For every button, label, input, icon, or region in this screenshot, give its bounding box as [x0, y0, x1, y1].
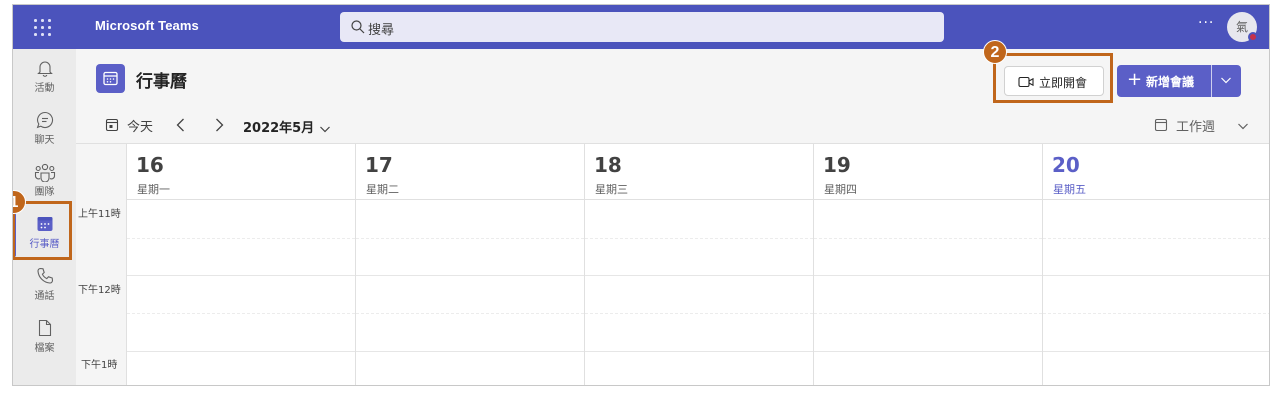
- day-header: 19 星期四: [814, 144, 1042, 200]
- app-launcher-icon[interactable]: [32, 17, 52, 37]
- search-icon: [351, 20, 365, 34]
- half-hour-line: [127, 238, 355, 239]
- calendar-grid: 上午11時 下午12時 下午1時 16 星期一 17 星期二 18 星期三 19…: [76, 143, 1269, 385]
- time-label: 下午12時: [78, 285, 121, 296]
- split-divider: [1211, 65, 1212, 97]
- half-hour-line: [585, 238, 813, 239]
- rail-label: 聊天: [34, 135, 55, 146]
- day-header: 20 星期五: [1043, 144, 1269, 200]
- chevron-left-icon[interactable]: [173, 116, 189, 134]
- teams-window: Microsoft Teams 搜尋 ··· 氣 活動 聊天 團隊 行事曆 通話…: [12, 4, 1270, 386]
- day-header: 17 星期二: [356, 144, 584, 200]
- search-input[interactable]: 搜尋: [368, 19, 394, 38]
- chevron-right-icon[interactable]: [211, 116, 227, 134]
- day-header: 16 星期一: [127, 144, 355, 200]
- day-number: 17: [365, 153, 393, 177]
- search-box[interactable]: 搜尋: [340, 12, 944, 42]
- rail-item-calls[interactable]: 通話: [13, 261, 76, 313]
- hour-line: [1043, 275, 1269, 276]
- day-number: 20: [1052, 153, 1080, 177]
- callout-number: 2: [983, 40, 1007, 64]
- callout-box-meet-now: [993, 53, 1113, 103]
- chevron-down-icon[interactable]: [1218, 72, 1234, 88]
- hour-line: [356, 351, 584, 352]
- phone-icon: [36, 267, 53, 284]
- month-label: 2022年5月: [243, 121, 315, 136]
- hour-line: [356, 275, 584, 276]
- day-column-monday[interactable]: 16 星期一: [126, 144, 355, 385]
- half-hour-line: [1043, 238, 1269, 239]
- page-title: 行事曆: [136, 72, 187, 92]
- hour-line: [127, 275, 355, 276]
- rail-label: 檔案: [34, 343, 55, 354]
- rail-item-files[interactable]: 檔案: [13, 313, 76, 365]
- plus-icon: +: [1127, 69, 1143, 90]
- teams-icon: [34, 163, 55, 182]
- day-name: 星期一: [137, 183, 170, 196]
- half-hour-line: [814, 313, 1042, 314]
- hour-line: [585, 275, 813, 276]
- avatar-initial: 氣: [1235, 20, 1248, 34]
- top-bar: Microsoft Teams 搜尋 ··· 氣: [13, 5, 1269, 49]
- presence-status-dot: [1248, 32, 1258, 42]
- half-hour-line: [1043, 313, 1269, 314]
- chat-icon: [36, 111, 53, 129]
- app-title: Microsoft Teams: [95, 18, 199, 33]
- rail-label: 通話: [34, 291, 55, 302]
- half-hour-line: [356, 238, 584, 239]
- avatar[interactable]: 氣: [1227, 12, 1258, 42]
- day-name: 星期五: [1053, 183, 1086, 196]
- day-column-thursday[interactable]: 19 星期四: [813, 144, 1042, 385]
- day-number: 19: [823, 153, 851, 177]
- more-options-button[interactable]: ···: [1198, 15, 1214, 31]
- view-label: 工作週: [1176, 120, 1216, 135]
- chevron-down-icon: [1238, 123, 1248, 130]
- day-name: 星期三: [595, 183, 628, 196]
- today-label: 今天: [127, 120, 154, 135]
- half-hour-line: [814, 238, 1042, 239]
- rail-item-activity[interactable]: 活動: [13, 53, 76, 105]
- time-label: 上午11時: [78, 209, 121, 220]
- day-column-friday[interactable]: 20 星期五: [1042, 144, 1269, 385]
- calendar-today-icon: [105, 118, 119, 132]
- file-icon: [38, 319, 51, 337]
- day-column-wednesday[interactable]: 18 星期三: [584, 144, 813, 385]
- bell-icon: [36, 61, 53, 77]
- new-meeting-label: 新增會議: [1146, 75, 1195, 89]
- new-meeting-button[interactable]: + 新增會議: [1117, 65, 1241, 97]
- calendar-app-icon: [96, 64, 125, 93]
- hour-line: [814, 351, 1042, 352]
- half-hour-line: [585, 313, 813, 314]
- time-column: 上午11時 下午12時 下午1時: [76, 144, 126, 385]
- half-hour-line: [356, 313, 584, 314]
- half-hour-line: [127, 313, 355, 314]
- chevron-down-icon: [320, 126, 331, 132]
- rail-label: 活動: [34, 83, 55, 94]
- month-picker[interactable]: 2022年5月: [243, 117, 332, 136]
- day-name: 星期二: [366, 183, 399, 196]
- day-number: 16: [136, 153, 164, 177]
- rail-item-chat[interactable]: 聊天: [13, 105, 76, 157]
- day-name: 星期四: [824, 183, 857, 196]
- hour-line: [1043, 351, 1269, 352]
- hour-line: [585, 351, 813, 352]
- hour-line: [814, 275, 1042, 276]
- day-header: 18 星期三: [585, 144, 813, 200]
- hour-line: [127, 351, 355, 352]
- day-column-tuesday[interactable]: 17 星期二: [355, 144, 584, 385]
- time-label: 下午1時: [81, 360, 118, 371]
- day-number: 18: [594, 153, 622, 177]
- work-week-icon: [1154, 118, 1168, 132]
